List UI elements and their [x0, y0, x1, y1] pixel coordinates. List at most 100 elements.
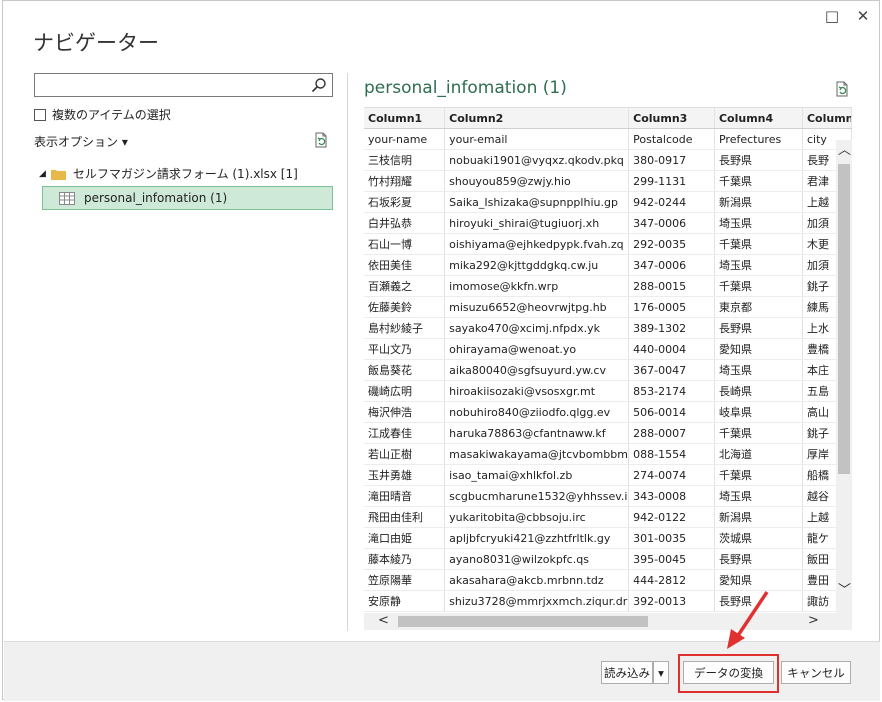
table-cell: 367-0047: [628, 359, 715, 381]
horizontal-scrollbar[interactable]: < >: [364, 613, 852, 630]
table-cell: 395-0045: [628, 548, 715, 570]
table-row: 磯崎広明 hiroakiisozaki@vsosxgr.mt 853-2174 長崎県…: [364, 380, 852, 402]
table-cell: oishiyama@ejhkedpypk.fvah.zq: [444, 233, 630, 255]
table-cell: 佐藤美鈴: [364, 296, 446, 318]
cancel-button[interactable]: キャンセル: [781, 661, 851, 684]
table-row: 石坂彩夏 Saika_Ishizaka@supnpplhiu.gp 942-0244…: [364, 191, 852, 213]
table-cell: 288-0007: [628, 422, 715, 444]
table-cell: 梅沢伸浩: [364, 401, 446, 423]
scroll-right-icon[interactable]: >: [808, 614, 819, 628]
table-cell: 長崎県: [714, 380, 803, 402]
column-header[interactable]: Column5: [802, 108, 852, 129]
checkbox-box[interactable]: [34, 108, 46, 121]
table-cell: 292-0035: [628, 233, 715, 255]
table-cell: 440-0004: [628, 338, 715, 360]
table-cell: nobuaki1901@vyqxz.qkodv.pkq: [444, 149, 630, 171]
table-cell: 愛知県: [714, 569, 803, 591]
table-cell: 白井弘恭: [364, 212, 446, 234]
table-cell: mika292@kjttgddgkq.cw.ju: [444, 254, 630, 276]
column-header[interactable]: Column4: [714, 108, 803, 129]
navigator-window: ナビゲーター □ ✕ 複数のアイテムの選択 表示オプション ▾ ◢ セルフマガジ…: [2, 0, 880, 701]
table-cell: isao_tamai@xhlkfol.zb: [444, 464, 630, 486]
refresh-icon[interactable]: [313, 132, 329, 148]
table-cell: yukaritobita@cbbsoju.irc: [444, 506, 630, 528]
table-cell: nobuhiro840@ziiodfo.qlgg.ev: [444, 401, 630, 423]
table-cell: imomose@kkfn.wrp: [444, 275, 630, 297]
folder-icon: [50, 169, 66, 180]
table-cell: 長野県: [714, 317, 803, 339]
table-cell: 飛田由佳利: [364, 506, 446, 528]
table-cell: misuzu6652@heovrwjtpg.hb: [444, 296, 630, 318]
table-row: 百瀬義之 imomose@kkfn.wrp 288-0015 千葉県 銚子: [364, 275, 852, 297]
table-cell: 千葉県: [714, 422, 803, 444]
vertical-scrollbar[interactable]: ︿ ﹀: [836, 140, 852, 613]
column-header[interactable]: Column3: [628, 108, 715, 129]
table-cell: 埼玉県: [714, 212, 803, 234]
tree-sheet-label: personal_infomation (1): [84, 191, 228, 205]
vertical-scroll-thumb[interactable]: [838, 164, 850, 474]
table-row: 滝口由姫 apljbfcryuki421@zzhtfrltlk.gy 301-003…: [364, 527, 852, 549]
table-row: 依田美佳 mika292@kjttgddgkq.cw.ju 347-0006 埼玉県加…: [364, 254, 852, 276]
close-icon[interactable]: ✕: [854, 7, 872, 25]
table-cell: 埼玉県: [714, 359, 803, 381]
preview-refresh-icon[interactable]: [834, 81, 850, 97]
pane-divider[interactable]: [347, 73, 348, 631]
tree-file-node[interactable]: ◢ セルフマガジン請求フォーム (1).xlsx [1]: [39, 165, 298, 182]
tree-sheet-node-selected[interactable]: personal_infomation (1): [42, 186, 333, 210]
table-row: 平山文乃 ohirayama@wenoat.yo 440-0004 愛知県 豊橋: [364, 338, 852, 360]
table-row: 滝田晴音 scgbucmharune1532@yhhssev.ieo 343-000…: [364, 485, 852, 507]
table-cell: Saika_Ishizaka@supnpplhiu.gp: [444, 191, 630, 213]
table-icon: [59, 191, 75, 205]
table-cell: shizu3728@mmrjxxmch.ziqur.dr: [444, 590, 630, 612]
table-cell: 平山文乃: [364, 338, 446, 360]
table-cell: apljbfcryuki421@zzhtfrltlk.gy: [444, 527, 630, 549]
table-cell: ayano8031@wilzokpfc.qs: [444, 548, 630, 570]
table-row: 白井弘恭 hiroyuki_shirai@tugiuorj.xh 347-0006 埼…: [364, 212, 852, 234]
table-cell: 347-0006: [628, 254, 715, 276]
table-cell: 444-2812: [628, 569, 715, 591]
table-cell: 853-2174: [628, 380, 715, 402]
table-row: 三枝信明 nobuaki1901@vyqxz.qkodv.pkq 380-0917 長…: [364, 149, 852, 171]
preview-title: personal_infomation (1): [364, 78, 567, 98]
horizontal-scroll-thumb[interactable]: [398, 616, 648, 627]
load-button[interactable]: 読み込み: [601, 661, 653, 684]
tree-file-label: セルフマガジン請求フォーム (1).xlsx [1]: [72, 167, 298, 181]
table-cell: 506-0014: [628, 401, 715, 423]
scroll-left-icon[interactable]: <: [378, 614, 389, 628]
table-cell: your-name: [364, 128, 446, 150]
table-cell: hiroakiisozaki@vsosxgr.mt: [444, 380, 630, 402]
search-field[interactable]: [38, 74, 302, 96]
preview-grid: Column1Column2Column3Column4Column5 your…: [364, 107, 852, 614]
table-cell: ohirayama@wenoat.yo: [444, 338, 630, 360]
table-cell: 新潟県: [714, 191, 803, 213]
table-cell: aika80040@sgfsuyurd.yw.cv: [444, 359, 630, 381]
search-input[interactable]: [34, 73, 333, 97]
table-cell: 安原静: [364, 590, 446, 612]
table-cell: 288-0015: [628, 275, 715, 297]
table-row: 安原静 shizu3728@mmrjxxmch.ziqur.dr 392-0013 長…: [364, 590, 852, 612]
multi-select-checkbox[interactable]: 複数のアイテムの選択: [34, 106, 171, 123]
table-cell: 茨城県: [714, 527, 803, 549]
table-cell: 若山正樹: [364, 443, 446, 465]
table-cell: 北海道: [714, 443, 803, 465]
column-header[interactable]: Column2: [444, 108, 630, 129]
load-dropdown-button[interactable]: ▾: [653, 661, 669, 684]
display-options-dropdown[interactable]: 表示オプション ▾: [34, 133, 128, 150]
column-header[interactable]: Column1: [364, 108, 446, 129]
table-row: your-name your-email Postalcode Prefectures…: [364, 128, 852, 150]
collapse-triangle-icon[interactable]: ◢: [39, 169, 46, 179]
table-row: 佐藤美鈴 misuzu6652@heovrwjtpg.hb 176-0005 東京都練…: [364, 296, 852, 318]
table-cell: masakiwakayama@jtcvbombbm.cd: [444, 443, 630, 465]
scroll-down-icon[interactable]: ﹀: [838, 584, 851, 598]
table-cell: 088-1554: [628, 443, 715, 465]
maximize-icon[interactable]: □: [823, 7, 841, 25]
table-cell: your-email: [444, 128, 630, 150]
table-body: your-name your-email Postalcode Prefectures…: [364, 128, 852, 612]
table-cell: 274-0074: [628, 464, 715, 486]
table-cell: 玉井勇雄: [364, 464, 446, 486]
table-cell: 299-1131: [628, 170, 715, 192]
table-cell: 942-0122: [628, 506, 715, 528]
table-cell: Prefectures: [714, 128, 803, 150]
scroll-up-icon[interactable]: ︿: [838, 144, 851, 158]
search-icon[interactable]: [311, 77, 327, 93]
